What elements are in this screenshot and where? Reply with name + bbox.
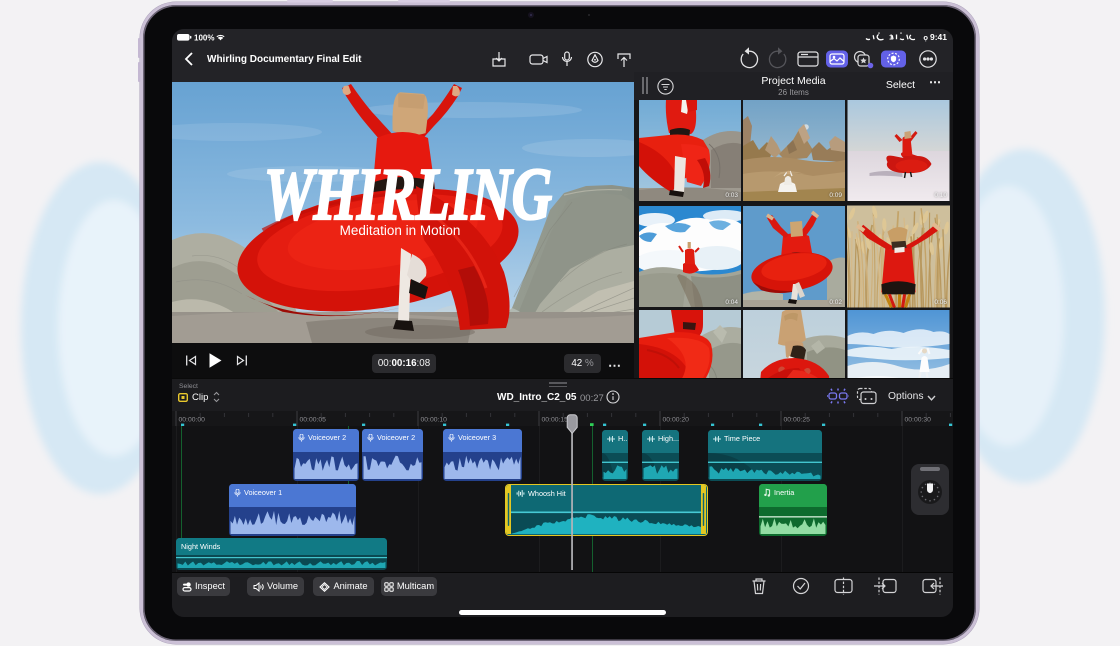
svg-text:00:00:25: 00:00:25 [784, 417, 811, 424]
svg-text:00:00:30: 00:00:30 [905, 417, 932, 424]
svg-text:00:00:15: 00:00:15 [542, 417, 569, 424]
svg-text:Meditation in Motion: Meditation in Motion [340, 223, 461, 238]
svg-text:9:41: 9:41 [930, 32, 947, 42]
svg-text:1: 1 [889, 33, 893, 42]
svg-text:00:00:10: 00:00:10 [421, 417, 448, 424]
svg-text:00:00:20: 00:00:20 [663, 417, 690, 424]
svg-text:ọ: ọ [923, 33, 928, 42]
svg-text:00:00:05: 00:00:05 [300, 417, 327, 424]
svg-text:00:00:00: 00:00:00 [179, 417, 206, 424]
svg-text:100%: 100% [194, 34, 214, 43]
